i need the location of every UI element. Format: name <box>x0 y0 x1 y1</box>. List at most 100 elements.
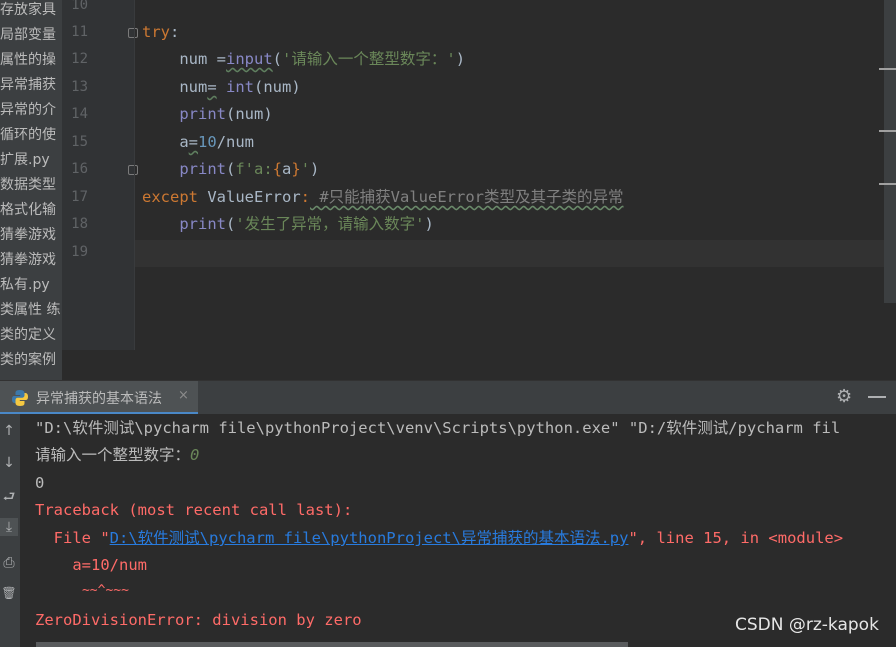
editor-scrollbar[interactable] <box>884 0 896 303</box>
project-item[interactable]: 属性的操 <box>0 49 56 71</box>
traceback-caret: ~~^~~~ <box>35 583 129 598</box>
trash-icon[interactable]: 🗑 <box>0 584 18 602</box>
traceback-header: Traceback (most recent call last): <box>35 501 353 519</box>
kw-except: except <box>142 188 198 206</box>
project-item[interactable]: 数据类型 <box>0 174 56 196</box>
code-text: ) <box>424 215 434 233</box>
line-number: 19 <box>71 244 88 260</box>
string-literal: '请输入一个整型数字：' <box>282 50 456 68</box>
code-line-13: num= int(num) <box>142 74 301 101</box>
code-text: ( <box>226 160 236 178</box>
code-text: = <box>188 133 199 151</box>
code-text: num = <box>142 50 226 68</box>
code-line-18: print('发生了异常，请输入数字') <box>142 211 434 238</box>
traceback-file-prefix: File " <box>35 529 110 547</box>
code-text: a <box>142 133 189 151</box>
comment: #只能捕获ValueError类型及其子类的异常 <box>310 188 624 206</box>
console-horizontal-scrollbar[interactable] <box>36 642 628 647</box>
code-text: ) <box>455 50 466 68</box>
soft-wrap-icon[interactable]: ⮐ <box>0 488 18 506</box>
line-number: 17 <box>71 189 88 205</box>
builtin-print: print <box>142 160 226 178</box>
project-item[interactable]: 格式化输 <box>0 199 56 221</box>
line-number: 10 <box>71 0 88 13</box>
traceback-file-link[interactable]: D:\软件测试\pycharm file\pythonProject\异常捕获的… <box>110 529 629 547</box>
code-text: ) <box>310 160 320 178</box>
project-item[interactable]: 私有.py <box>0 274 50 296</box>
line-number-gutter: 10 11 12 13 14 15 16 17 18 19 <box>62 0 138 350</box>
project-tree: 存放家具 局部变量 属性的操 异常捕获 异常的介 循环的使 扩展.py 数据类型… <box>0 0 62 380</box>
run-panel-header: 异常捕获的基本语法 × ⚙ <box>0 380 896 415</box>
code-line-17: except ValueError: #只能捕获ValueError类型及其子类… <box>142 184 623 211</box>
code-editor[interactable]: try: num =input('请输入一个整型数字：') num= int(n… <box>135 0 885 350</box>
builtin-int: int <box>226 78 255 96</box>
line-number: 12 <box>71 51 88 67</box>
code-text: (num) <box>254 78 301 96</box>
code-line-11: try: <box>142 19 179 46</box>
project-item[interactable]: 异常捕获 <box>0 74 56 96</box>
code-text: /num <box>216 133 255 151</box>
scroll-marker[interactable] <box>879 68 896 70</box>
line-number: 18 <box>71 216 88 232</box>
editor-bottom-area <box>62 350 896 380</box>
console-command-line: "D:\软件测试\pycharm file\pythonProject\venv… <box>35 419 841 437</box>
fstring-brace: } <box>291 160 301 178</box>
line-number: 11 <box>71 24 88 40</box>
colon: : <box>170 23 180 41</box>
code-text: ( <box>226 215 236 233</box>
traceback-file-suffix: ", line 15, in <module> <box>628 529 844 547</box>
scroll-marker[interactable] <box>879 130 896 132</box>
project-item[interactable]: 类的案例 <box>0 349 56 371</box>
builtin-input: input <box>226 50 273 68</box>
fstring-literal: ' <box>300 160 311 178</box>
console-echo: 0 <box>35 474 45 492</box>
editor-area: 存放家具 局部变量 属性的操 异常捕获 异常的介 循环的使 扩展.py 数据类型… <box>0 0 896 380</box>
gear-icon[interactable]: ⚙ <box>836 386 852 407</box>
code-text: num <box>142 78 208 96</box>
console-prompt-line: 请输入一个整型数字：0 <box>35 442 199 469</box>
project-item[interactable]: 循环的使 <box>0 124 56 146</box>
string-literal: '发生了异常，请输入数字' <box>235 215 425 233</box>
colon: : <box>300 188 310 206</box>
arrow-down-icon[interactable]: ↓ <box>0 454 18 472</box>
project-item[interactable]: 猜拳游戏 <box>0 249 56 271</box>
minimize-icon[interactable] <box>868 396 886 398</box>
line-number: 16 <box>71 161 88 177</box>
line-number: 14 <box>71 106 88 122</box>
scroll-marker[interactable] <box>879 183 896 185</box>
number-literal: 10 <box>198 133 217 151</box>
code-line-16: print(f'a:{a}') <box>142 156 319 183</box>
code-text: ValueError <box>198 188 301 206</box>
python-icon <box>12 390 28 406</box>
builtin-print: print <box>142 105 226 123</box>
code-line-15: a=10/num <box>142 129 254 156</box>
run-tab-label: 异常捕获的基本语法 <box>36 391 162 407</box>
project-item[interactable]: 猜拳游戏 <box>0 224 56 246</box>
console-output[interactable]: "D:\软件测试\pycharm file\pythonProject\venv… <box>20 414 896 642</box>
project-item[interactable]: 扩展.py <box>0 149 50 171</box>
scroll-to-end-icon[interactable]: ⤓ <box>0 518 18 536</box>
traceback-code-line: a=10/num <box>35 556 147 574</box>
kw-try: try <box>142 23 170 41</box>
watermark: CSDN @rz-kapok <box>735 615 879 635</box>
project-item[interactable]: 异常的介 <box>0 99 56 121</box>
code-text: ( <box>272 50 283 68</box>
code-line-12: num =input('请输入一个整型数字：') <box>142 46 465 73</box>
arrow-up-icon[interactable]: ↑ <box>0 422 18 440</box>
run-toolstrip: ↑ ↓ ⮐ ⤓ ⎙ 🗑 <box>0 414 20 647</box>
console-user-input: 0 <box>190 446 200 464</box>
close-icon[interactable]: × <box>178 388 189 403</box>
project-item[interactable]: 类的定义 <box>0 324 56 346</box>
line-number: 15 <box>71 134 88 150</box>
fstring-literal: f'a: <box>235 160 273 178</box>
code-text: = <box>207 78 217 96</box>
print-icon[interactable]: ⎙ <box>0 554 18 572</box>
code-text: (num) <box>226 105 273 123</box>
run-tab[interactable]: 异常捕获的基本语法 × <box>0 381 198 415</box>
project-item[interactable]: 局部变量 <box>0 24 56 46</box>
project-item[interactable]: 存放家具 <box>0 0 56 21</box>
project-item[interactable]: 类属性 练 <box>0 299 60 321</box>
traceback-file-line: File "D:\软件测试\pycharm file\pythonProject… <box>35 525 843 552</box>
console-prompt: 请输入一个整型数字： <box>35 446 191 464</box>
